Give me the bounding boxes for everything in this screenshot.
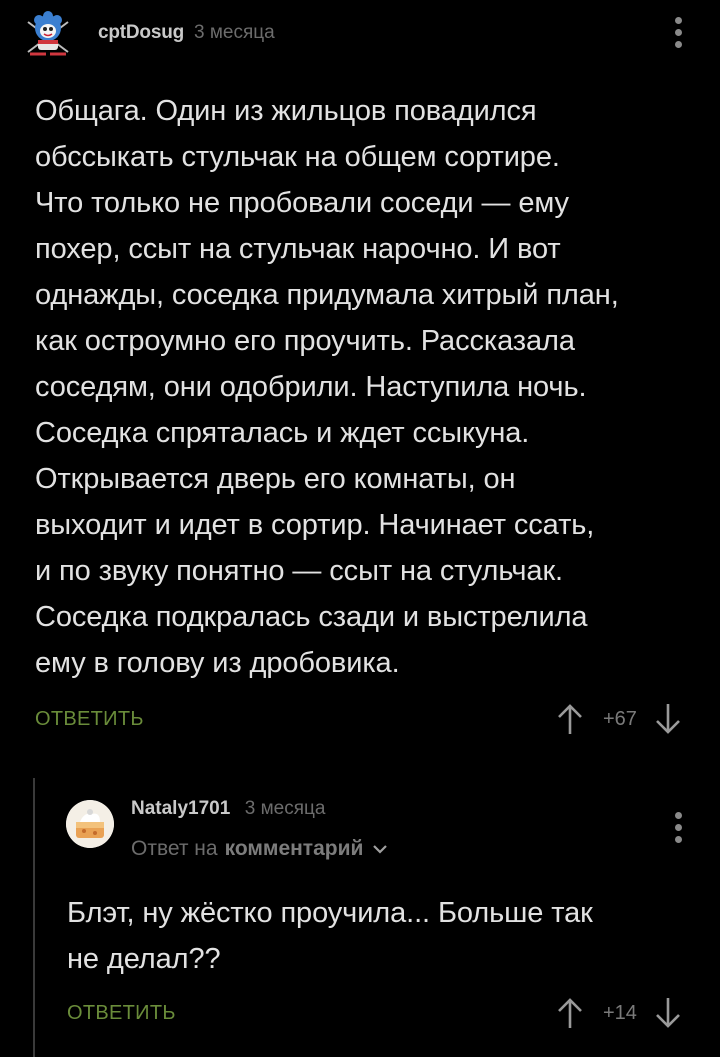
comment-line: Соседка спряталась и ждет ссыкуна. [35,417,530,449]
reply-score: +14 [603,1001,637,1024]
comment-line: обссыкать стульчак на общем сортире. [35,141,560,173]
comment-line: ему в голову из дробовика. [35,647,400,679]
reply-avatar[interactable] [66,800,114,848]
comment-line: и по звуку понятно — ссыт на стульчак. [35,555,563,587]
reply-time: 3 месяца [244,798,326,819]
vote-controls: +67 [555,699,683,739]
comment-time: 3 месяца [194,22,275,43]
reply-button[interactable]: ОТВЕТИТЬ [67,1002,176,1025]
comment-line: Что только не пробовали соседи — ему [35,187,569,219]
comment-score: +67 [603,707,637,730]
reply-button[interactable]: ОТВЕТИТЬ [35,708,144,731]
reply-line: Блэт, ну жёстко проучила... Больше так [67,897,593,929]
mascot-avatar-icon [27,11,69,56]
comment-line: как остроумно его проучить. Рассказала [35,325,575,357]
comment-line: похер, ссыт на стульчак нарочно. И вот [35,233,561,265]
more-vertical-icon[interactable] [668,12,688,52]
reply-line: не делал?? [67,943,221,975]
reply-to-prefix: Ответ на [131,837,218,860]
user-avatar[interactable] [22,8,74,58]
comment-line: соседям, они одобрили. Наступила ночь. [35,371,587,403]
comment-line: выходит и идет в сортир. Начинает ссать, [35,509,595,541]
comment-line: Соседка подкралась сзади и выстрелила [35,601,588,633]
comment-line: Общага. Один из жильцов повадился [35,95,537,127]
arrow-up-icon[interactable] [555,701,585,737]
thread-branch-line[interactable] [33,778,35,1057]
cake-avatar-icon [66,800,114,848]
comment-line: однажды, соседка придумала хитрый план, [35,279,619,311]
vote-controls: +14 [555,993,683,1033]
arrow-down-icon[interactable] [653,995,683,1031]
arrow-up-icon[interactable] [555,995,585,1031]
comment-line: Открывается дверь его комнаты, он [35,463,516,495]
arrow-down-icon[interactable] [653,701,683,737]
more-vertical-icon[interactable] [668,807,688,847]
reply-meta: Nataly1701 3 месяца [131,798,325,820]
comment-author[interactable]: cptDosug [98,22,184,44]
chevron-down-icon[interactable] [371,842,389,856]
reply-author[interactable]: Nataly1701 [131,798,230,819]
comment-body: Общага. Один из жильцов повадился обссык… [35,88,619,686]
parent-comment-link[interactable]: комментарий [225,837,364,861]
comment-header: cptDosug 3 месяца [22,8,275,58]
reply-body: Блэт, ну жёстко проучила... Больше так н… [67,890,593,982]
reply-to-line: Ответ на комментарий [131,837,389,861]
